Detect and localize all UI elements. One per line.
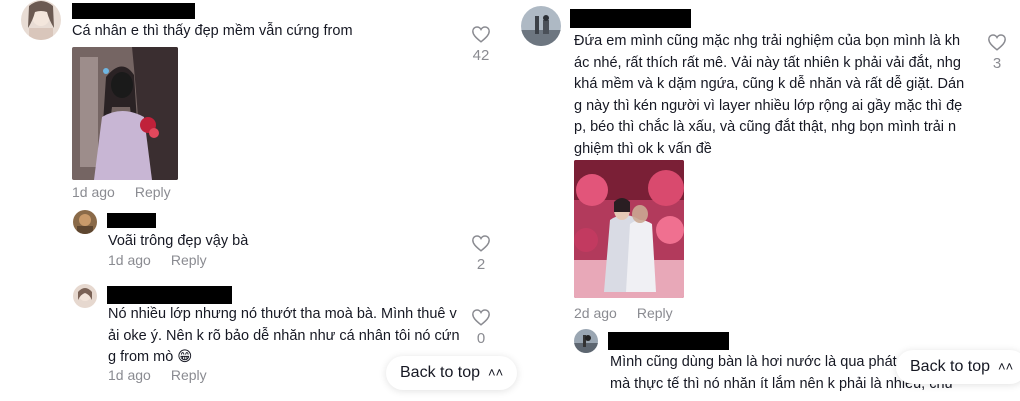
comment-text-line: ghiệm thì ok k vấn đề (574, 140, 712, 157)
comment-text-line: ác nhé, rất thích rất mê. Vải này tất nh… (574, 54, 961, 71)
like-count: 3 (992, 55, 1002, 72)
like-count: 42 (472, 47, 490, 64)
like-button[interactable]: 3 (985, 33, 1009, 72)
like-count: 0 (476, 330, 486, 347)
reply-avatar[interactable] (73, 210, 97, 234)
heart-icon (988, 34, 1006, 51)
reply-time: 1d ago (108, 252, 151, 268)
commenter-avatar[interactable] (521, 6, 561, 46)
comment-meta: 1d ago Reply (72, 184, 191, 200)
reply-text-line: ải oke ý. Nên k rõ bảo dễ nhăn như cá nh… (108, 327, 460, 344)
comment-time: 1d ago (72, 184, 115, 200)
back-to-top-label: Back to top (400, 364, 481, 381)
heart-icon (472, 26, 490, 43)
username-redaction (608, 332, 729, 350)
comment-photo[interactable] (574, 160, 684, 298)
double-chevron-up-icon: ˄˄ (998, 359, 1014, 374)
username-redaction (72, 3, 195, 19)
reply-text: Voãi trông đẹp vậy bà (108, 233, 249, 249)
back-to-top-button[interactable]: Back to top ˄˄ (896, 350, 1020, 384)
username-redaction (107, 286, 232, 304)
like-button[interactable]: 42 (469, 25, 493, 64)
heart-icon (472, 309, 490, 326)
like-count: 2 (476, 256, 486, 273)
reply-button[interactable]: Reply (171, 252, 207, 268)
username-redaction (107, 213, 156, 228)
heart-icon (472, 235, 490, 252)
back-to-top-label: Back to top (910, 358, 991, 375)
like-button[interactable]: 2 (469, 234, 493, 273)
reply-meta: 1d ago Reply (108, 252, 227, 268)
reply-button[interactable]: Reply (171, 367, 207, 383)
comment-meta: 2d ago Reply (574, 305, 693, 321)
comment-text-line: Đứa em mình cũng mặc nhg trải nghiệm của… (574, 33, 961, 49)
username-redaction (570, 9, 691, 28)
comment-text-line: g này thì kén người vì layer nhiều lớp r… (574, 97, 963, 114)
like-button[interactable]: 0 (469, 308, 493, 347)
comment-text-line: p, béo thì chắc là xấu, và cũng đắt thật… (574, 119, 957, 135)
reply-avatar[interactable] (574, 329, 598, 353)
double-chevron-up-icon: ˄˄ (488, 365, 504, 380)
reply-meta: 1d ago Reply (108, 367, 227, 383)
back-to-top-button[interactable]: Back to top ˄˄ (386, 356, 518, 390)
reply-text-line: Nó nhiều lớp nhưng nó thướt tha moà bà. … (108, 306, 457, 322)
comment-photo[interactable] (72, 47, 178, 180)
reply-time: 1d ago (108, 367, 151, 383)
comment-time: 2d ago (574, 305, 617, 321)
comment-text: Đứa em mình cũng mặc nhg trải nghiệm của… (574, 31, 964, 160)
reply-button[interactable]: Reply (135, 184, 171, 200)
reply-button[interactable]: Reply (637, 305, 673, 321)
commenter-avatar[interactable] (21, 0, 61, 40)
comment-text: Cá nhân e thì thấy đẹp mềm vẫn cứng from (72, 23, 353, 39)
comment-text-line: khá mềm và k dặm ngứa, cũng k dễ nhăn và… (574, 76, 965, 92)
reply-avatar[interactable] (73, 284, 97, 308)
